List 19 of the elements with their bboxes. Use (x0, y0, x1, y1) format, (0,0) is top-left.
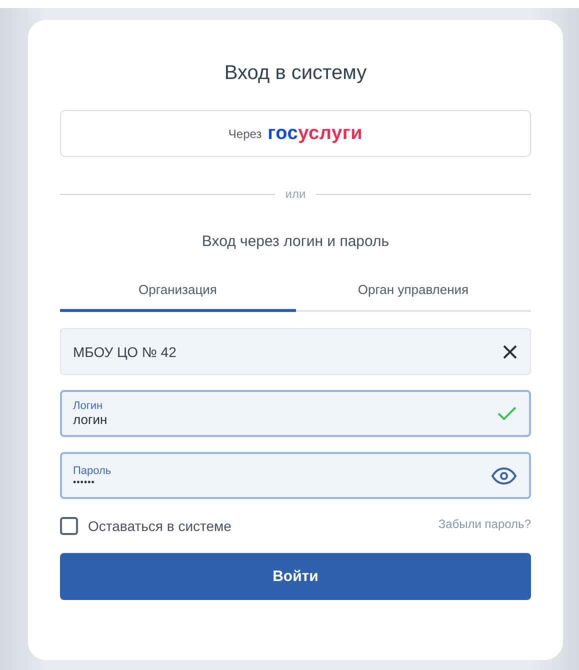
field-value: МБОУ ЦО № 42 (73, 344, 176, 360)
field-value: логин (73, 412, 108, 427)
eye-icon[interactable] (491, 466, 517, 484)
field-label: Пароль (73, 464, 112, 476)
login-button[interactable]: Войти (60, 553, 531, 600)
login-field[interactable]: Логин логин (60, 390, 531, 437)
tab[interactable]: Организация (60, 282, 296, 312)
tab[interactable]: Орган управления (296, 282, 531, 312)
gosuslugi-button[interactable]: Через госуслуги (60, 110, 531, 157)
close-icon[interactable] (502, 344, 518, 360)
card-title: Вход в систему (223, 62, 368, 85)
organization-field[interactable]: МБОУ ЦО № 42 (60, 328, 531, 375)
password-field[interactable]: Пароль •••••• (60, 452, 531, 499)
field-label: Логин (73, 400, 103, 412)
checkbox-label: Оставаться в системе (88, 518, 232, 534)
section-subtitle: Вход через логин и пароль (200, 233, 390, 250)
divider-text: или (285, 187, 306, 201)
remember-checkbox[interactable] (60, 517, 78, 535)
field-value: •••••• (73, 476, 95, 486)
